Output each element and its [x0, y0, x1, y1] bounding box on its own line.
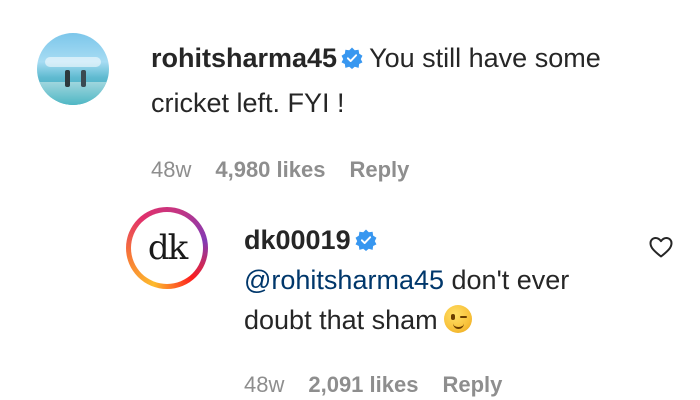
avatar: dk	[131, 212, 203, 284]
avatar-cloud	[45, 57, 101, 67]
mention-link[interactable]: @rohitsharma45	[244, 265, 444, 295]
username-link[interactable]: rohitsharma45	[151, 43, 337, 73]
avatar[interactable]	[37, 33, 109, 105]
username-link[interactable]: dk00019	[244, 225, 351, 255]
avatar-figure	[65, 70, 70, 87]
reply-button[interactable]: Reply	[349, 157, 409, 182]
verified-badge-icon	[355, 229, 377, 251]
reply-button[interactable]: Reply	[442, 372, 502, 397]
likes-count[interactable]: 2,091 likes	[308, 372, 418, 397]
comment-time[interactable]: 48w	[151, 157, 191, 182]
avatar-story-ring[interactable]: dk	[126, 207, 208, 289]
heart-icon[interactable]	[649, 236, 673, 258]
avatar-logo: dk	[138, 219, 196, 277]
avatar-beach	[37, 81, 109, 105]
avatar-figure	[81, 70, 86, 87]
verified-badge-icon	[341, 47, 363, 69]
likes-count[interactable]: 4,980 likes	[215, 157, 325, 182]
comment-body: rohitsharma45 You still have some cricket…	[151, 36, 631, 126]
comment-time[interactable]: 48w	[244, 372, 284, 397]
comment-meta: 48w 4,980 likes Reply	[151, 157, 409, 183]
comment-body: dk00019 @rohitsharma45 don't ever doubt t…	[244, 220, 644, 340]
wink-emoji-icon	[443, 305, 472, 333]
comment-meta: 48w 2,091 likes Reply	[244, 372, 502, 398]
